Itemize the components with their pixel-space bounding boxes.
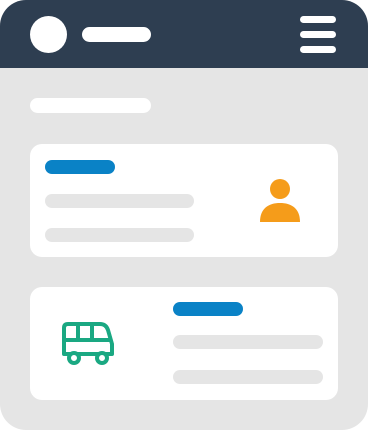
phone-frame bbox=[0, 0, 368, 430]
hamburger-line bbox=[300, 46, 336, 53]
hamburger-line bbox=[300, 31, 336, 38]
card-bus[interactable] bbox=[30, 287, 338, 400]
card-heading-pill bbox=[173, 302, 243, 316]
bus-icon bbox=[62, 322, 114, 365]
card-heading-pill bbox=[45, 160, 115, 174]
user-icon bbox=[260, 179, 300, 222]
header-title-placeholder bbox=[82, 27, 151, 42]
card-user[interactable] bbox=[30, 144, 338, 257]
hamburger-line bbox=[300, 16, 336, 23]
card-text-line bbox=[173, 335, 323, 349]
card-text-line bbox=[173, 370, 323, 384]
section-title-placeholder bbox=[30, 98, 151, 113]
app-header bbox=[0, 0, 368, 68]
avatar[interactable] bbox=[30, 16, 67, 53]
card-text-line bbox=[45, 194, 194, 208]
card-text-line bbox=[45, 228, 194, 242]
hamburger-icon[interactable] bbox=[298, 15, 338, 55]
